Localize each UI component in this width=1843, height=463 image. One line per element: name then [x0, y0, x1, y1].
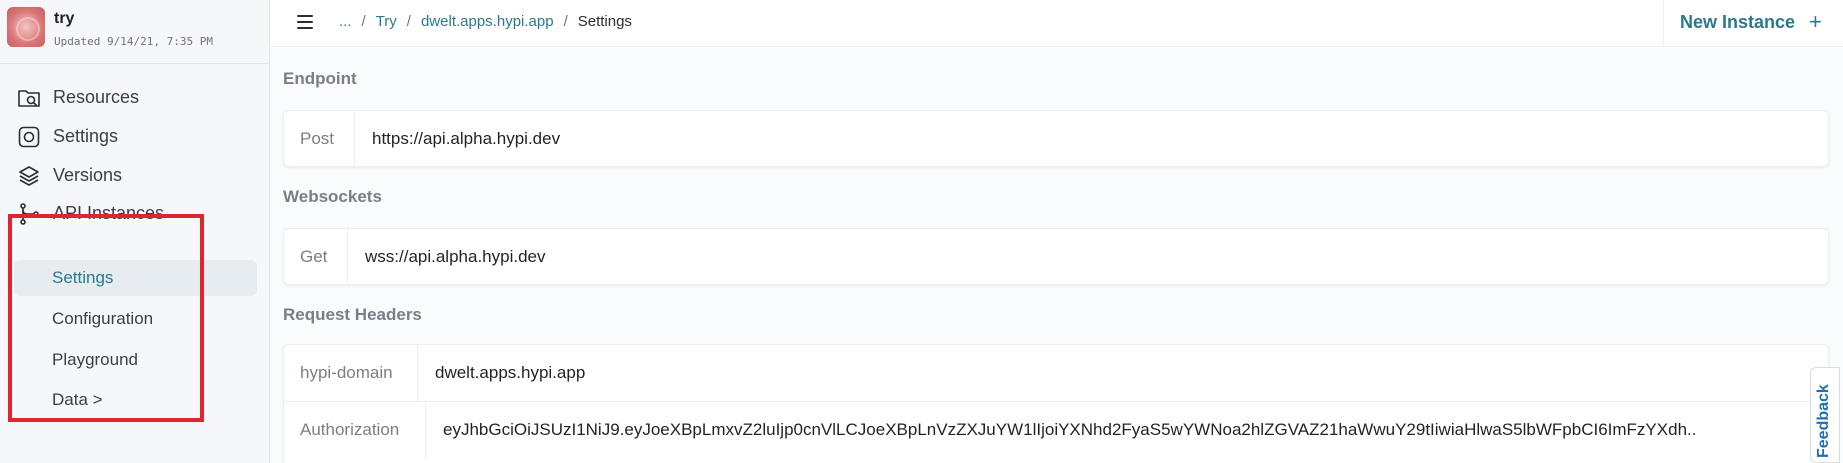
- breadcrumb-current: Settings: [577, 13, 632, 30]
- sidebar: try Updated 9/14/21, 7:35 PM Resources S…: [0, 0, 270, 463]
- sidebar-item-versions[interactable]: Versions: [0, 155, 270, 195]
- app-name: try: [54, 10, 75, 27]
- subnav-item-data[interactable]: Data >: [14, 382, 257, 418]
- top-bar: ... / Try / dwelt.apps.hypi.app / Settin…: [271, 0, 1843, 47]
- endpoint-method: Post: [284, 111, 355, 167]
- app-avatar: [7, 7, 45, 47]
- hamburger-icon: [297, 27, 313, 29]
- breadcrumb-ellipsis[interactable]: ...: [339, 13, 352, 30]
- endpoint-section-title: Endpoint: [283, 69, 357, 88]
- sidebar-item-settings[interactable]: Settings: [0, 116, 270, 156]
- websockets-row: Get wss://api.alpha.hypi.dev: [284, 229, 1828, 285]
- subnav-item-label: Configuration: [52, 309, 154, 328]
- breadcrumb-item-try[interactable]: Try: [376, 13, 397, 30]
- websockets-section-title: Websockets: [283, 187, 382, 206]
- header-row: Authorization eyJhbGciOiJSUzI1NiJ9.eyJoe…: [284, 402, 1828, 458]
- menu-toggle-button[interactable]: [294, 11, 316, 33]
- breadcrumb-item-domain[interactable]: dwelt.apps.hypi.app: [421, 13, 554, 30]
- new-instance-button[interactable]: New Instance +: [1680, 7, 1822, 37]
- endpoint-url[interactable]: https://api.alpha.hypi.dev: [372, 111, 1812, 167]
- resources-icon: [18, 90, 40, 107]
- hamburger-icon: [297, 15, 313, 17]
- subnav-item-playground[interactable]: Playground: [14, 342, 257, 378]
- breadcrumb-separator: /: [406, 13, 411, 30]
- header-row: hypi-domain dwelt.apps.hypi.app: [284, 345, 1828, 401]
- subnav-item-label: Data >: [52, 390, 103, 409]
- git-branch-icon: [20, 203, 39, 225]
- websockets-card: Get wss://api.alpha.hypi.dev: [283, 228, 1829, 285]
- app-header[interactable]: try Updated 9/14/21, 7:35 PM: [0, 0, 270, 64]
- app-updated-timestamp: Updated 9/14/21, 7:35 PM: [54, 35, 213, 48]
- hamburger-icon: [297, 21, 313, 23]
- feedback-label: Feedback: [1815, 384, 1832, 458]
- sidebar-item-label: Settings: [53, 126, 119, 146]
- breadcrumb: ... / Try / dwelt.apps.hypi.app / Settin…: [339, 13, 632, 30]
- sidebar-item-label: API Instances: [53, 203, 165, 223]
- feedback-tab[interactable]: Feedback: [1810, 367, 1840, 463]
- sidebar-item-label: Resources: [53, 87, 140, 107]
- versions-icon: [19, 166, 39, 186]
- breadcrumb-separator: /: [563, 13, 568, 30]
- subnav-item-label: Playground: [52, 350, 139, 369]
- endpoint-card: Post https://api.alpha.hypi.dev: [283, 110, 1829, 167]
- new-instance-label: New Instance: [1680, 11, 1796, 32]
- subnav-item-label: Settings: [52, 268, 114, 287]
- request-headers-card: hypi-domain dwelt.apps.hypi.app Authoriz…: [283, 344, 1829, 463]
- subnav-item-configuration[interactable]: Configuration: [14, 301, 257, 337]
- websockets-url[interactable]: wss://api.alpha.hypi.dev: [365, 229, 1812, 285]
- request-headers-section-title: Request Headers: [283, 305, 422, 324]
- sidebar-item-api-instances[interactable]: API Instances: [0, 193, 270, 233]
- endpoint-row: Post https://api.alpha.hypi.dev: [284, 111, 1828, 167]
- settings-icon: [18, 126, 40, 148]
- header-key: hypi-domain: [284, 345, 418, 401]
- main-content: Endpoint Post https://api.alpha.hypi.dev…: [271, 48, 1843, 463]
- websockets-method: Get: [284, 229, 348, 285]
- subnav-item-settings[interactable]: Settings: [14, 260, 257, 296]
- sidebar-item-label: Versions: [53, 165, 123, 185]
- topbar-divider: [1663, 0, 1664, 47]
- plus-icon: +: [1809, 9, 1822, 34]
- sidebar-item-resources[interactable]: Resources: [0, 77, 270, 117]
- header-key: Authorization: [284, 402, 426, 458]
- header-value[interactable]: dwelt.apps.hypi.app: [435, 345, 1812, 401]
- header-value-authorization[interactable]: eyJhbGciOiJSUzI1NiJ9.eyJoeXBpLmxvZ2luIjp…: [443, 402, 1818, 458]
- breadcrumb-separator: /: [361, 13, 366, 30]
